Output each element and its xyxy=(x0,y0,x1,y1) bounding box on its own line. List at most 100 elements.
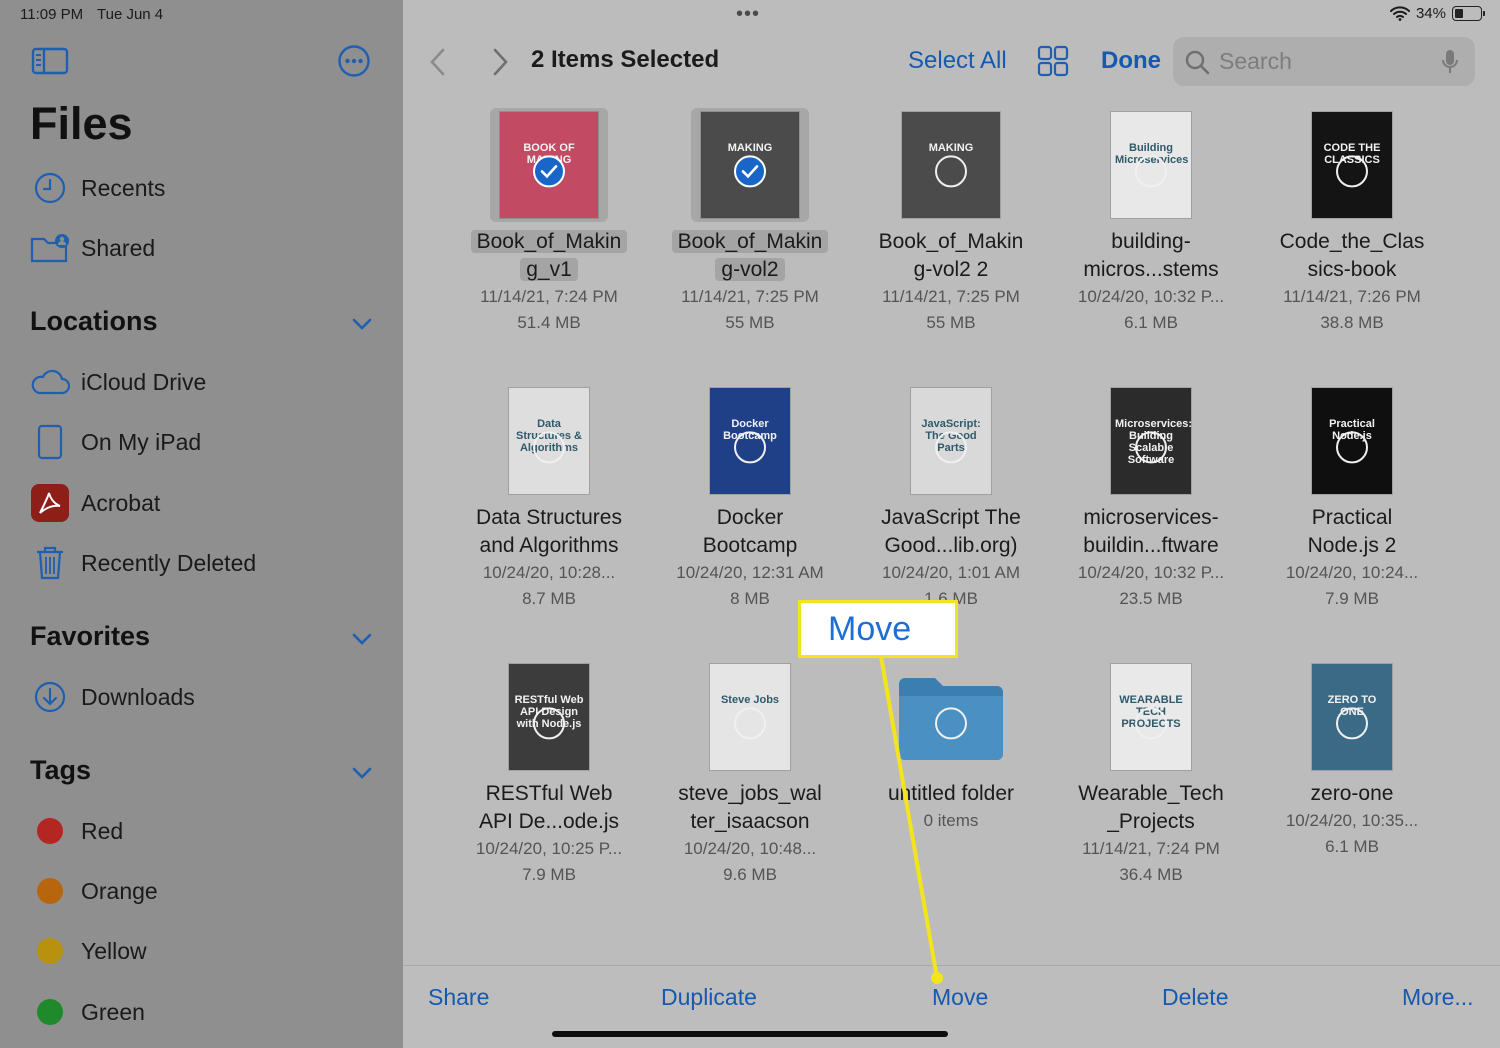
sidebar-toggle-icon[interactable] xyxy=(31,46,69,76)
chevron-down-icon[interactable] xyxy=(350,765,374,781)
move-button[interactable]: Move xyxy=(932,984,988,1011)
thumbnail[interactable]: BOOK OF MAKING xyxy=(490,108,608,222)
selection-circle-icon[interactable] xyxy=(533,707,565,740)
cover-title-text: MAKING xyxy=(727,141,773,154)
back-chevron-icon[interactable] xyxy=(427,46,449,78)
thumbnail[interactable]: Data Structures & Algorithms xyxy=(490,384,608,498)
sidebar-item-shared[interactable]: Shared xyxy=(30,226,380,270)
selection-circle-icon[interactable] xyxy=(1135,155,1167,188)
file-item[interactable]: Practical Node.js Practical Node.js 2 10/24… xyxy=(1252,384,1452,612)
search-input[interactable]: Search xyxy=(1173,37,1475,86)
sidebar-item-recently-deleted[interactable]: Recently Deleted xyxy=(30,541,380,585)
file-date: 11/14/21, 7:24 PM xyxy=(480,287,618,306)
thumbnail[interactable]: Docker Bootcamp xyxy=(691,384,809,498)
duplicate-button[interactable]: Duplicate xyxy=(661,984,757,1011)
thumbnail[interactable]: WEARABLE TECH PROJECTS xyxy=(1092,660,1210,774)
thumbnail[interactable]: JavaScript: The Good Parts xyxy=(892,384,1010,498)
file-size: 7.9 MB xyxy=(1325,589,1379,608)
acrobat-icon xyxy=(30,483,70,523)
thumbnail[interactable]: MAKING xyxy=(691,108,809,222)
file-item[interactable]: Building Microservices building-micros...… xyxy=(1051,108,1251,336)
thumbnail[interactable]: Practical Node.js xyxy=(1293,384,1411,498)
done-button[interactable]: Done xyxy=(1101,47,1161,75)
select-all-button[interactable]: Select All xyxy=(908,47,1007,75)
selection-circle-icon[interactable] xyxy=(935,431,967,464)
file-item[interactable]: Docker Bootcamp Docker Bootcamp 10/24/20, 1… xyxy=(650,384,850,612)
sidebar-item-on-my-ipad[interactable]: On My iPad xyxy=(30,420,380,464)
thumbnail[interactable] xyxy=(892,660,1010,774)
thumbnail[interactable]: ZERO TO ONE xyxy=(1293,660,1411,774)
thumbnail[interactable]: Building Microservices xyxy=(1092,108,1210,222)
file-date: 10/24/20, 10:32 P... xyxy=(1077,563,1225,582)
selection-circle-icon[interactable] xyxy=(935,155,967,188)
file-item[interactable]: MAKING Book_of_Makin g-vol2 2 11/14/21, 7:2… xyxy=(851,108,1051,336)
checkmark-icon[interactable] xyxy=(533,155,565,188)
thumbnail[interactable]: MAKING xyxy=(892,108,1010,222)
search-placeholder: Search xyxy=(1219,48,1292,74)
file-size: 9.6 MB xyxy=(723,865,777,884)
sidebar-item-label: Shared xyxy=(81,234,156,261)
more-options-icon[interactable] xyxy=(337,44,371,78)
file-item[interactable]: Microservices: Building Scalable Softwar… xyxy=(1051,384,1251,612)
status-date: Tue Jun 4 xyxy=(97,6,164,23)
file-date: 11/14/21, 7:25 PM xyxy=(681,287,819,306)
forward-chevron-icon[interactable] xyxy=(489,46,511,78)
selection-circle-icon[interactable] xyxy=(1135,707,1167,740)
sidebar-item-recents[interactable]: Recents xyxy=(30,166,380,210)
file-item[interactable]: Steve Jobs steve_jobs_wal ter_isaacson 10/2… xyxy=(650,660,850,888)
sidebar-item-tag-red[interactable]: Red xyxy=(30,809,380,853)
cover-title-text: Steve Jobs xyxy=(720,693,780,706)
battery-icon xyxy=(1452,6,1485,21)
sidebar-item-tag-green[interactable]: Green xyxy=(30,990,380,1034)
file-item[interactable]: ZERO TO ONE zero-one 10/24/20, 10:35... 6.1… xyxy=(1252,660,1452,860)
thumbnail[interactable]: CODE THE CLASSICS xyxy=(1293,108,1411,222)
sidebar-item-label: Recently Deleted xyxy=(81,549,257,576)
section-locations-title: Locations xyxy=(30,306,158,336)
delete-button[interactable]: Delete xyxy=(1162,984,1228,1011)
share-button[interactable]: Share xyxy=(428,984,489,1011)
file-item[interactable]: WEARABLE TECH PROJECTS Wearable_Tech _Proj… xyxy=(1051,660,1251,888)
selection-circle-icon[interactable] xyxy=(1336,707,1368,740)
sidebar-item-label: Downloads xyxy=(81,683,195,710)
file-date: 10/24/20, 12:31 AM xyxy=(676,563,824,582)
selection-circle-icon[interactable] xyxy=(734,431,766,464)
file-item[interactable]: JavaScript: The Good Parts JavaScript The… xyxy=(851,384,1051,612)
sidebar-item-label: Yellow xyxy=(81,937,147,964)
more-button[interactable]: More... xyxy=(1402,984,1474,1011)
sidebar-item-downloads[interactable]: Downloads xyxy=(30,675,380,719)
file-size: 8.7 MB xyxy=(522,589,576,608)
microphone-icon[interactable] xyxy=(1439,48,1461,76)
selection-circle-icon[interactable] xyxy=(1336,155,1368,188)
sidebar-item-acrobat[interactable]: Acrobat xyxy=(30,481,380,525)
grid-view-icon[interactable] xyxy=(1037,45,1069,77)
sidebar-item-icloud-drive[interactable]: iCloud Drive xyxy=(30,360,380,404)
checkmark-icon[interactable] xyxy=(734,155,766,188)
file-name: building-micros...stems xyxy=(1083,230,1219,281)
file-name: Book_of_Makin g-vol2 2 xyxy=(878,230,1024,281)
folder-item[interactable]: untitled folder 0 items xyxy=(851,660,1051,834)
file-name: microservices-buildin...ftware xyxy=(1083,506,1219,557)
selection-circle-icon[interactable] xyxy=(734,707,766,740)
file-item[interactable]: RESTful Web API Design with Node.js RESTf… xyxy=(449,660,649,888)
selection-circle-icon[interactable] xyxy=(533,431,565,464)
selection-circle-icon[interactable] xyxy=(1135,431,1167,464)
file-item[interactable]: CODE THE CLASSICS Code_the_Clas sics-book 1… xyxy=(1252,108,1452,336)
file-size: 51.4 MB xyxy=(517,313,581,332)
selection-circle-icon[interactable] xyxy=(935,707,967,740)
cover-title-text: MAKING xyxy=(928,141,974,154)
sidebar-item-tag-orange[interactable]: Orange xyxy=(30,869,380,913)
file-size: 55 MB xyxy=(725,313,775,332)
file-item[interactable]: Data Structures & Algorithms Data Structu… xyxy=(449,384,649,612)
multitasking-dots-icon[interactable]: ••• xyxy=(736,4,760,24)
chevron-down-icon[interactable] xyxy=(350,631,374,647)
sidebar-item-tag-yellow[interactable]: Yellow xyxy=(30,929,380,973)
chevron-down-icon[interactable] xyxy=(350,316,374,332)
thumbnail[interactable]: Steve Jobs xyxy=(691,660,809,774)
thumbnail[interactable]: RESTful Web API Design with Node.js xyxy=(490,660,608,774)
file-item[interactable]: BOOK OF MAKING Book_of_Making_v1 11/14/21,… xyxy=(449,108,649,336)
tag-color-dot xyxy=(37,999,63,1025)
thumbnail[interactable]: Microservices: Building Scalable Softwar… xyxy=(1092,384,1210,498)
file-item[interactable]: MAKING Book_of_Makin g-vol2 11/14/21, 7:25 … xyxy=(650,108,850,336)
shared-folder-icon xyxy=(30,228,70,268)
selection-circle-icon[interactable] xyxy=(1336,431,1368,464)
